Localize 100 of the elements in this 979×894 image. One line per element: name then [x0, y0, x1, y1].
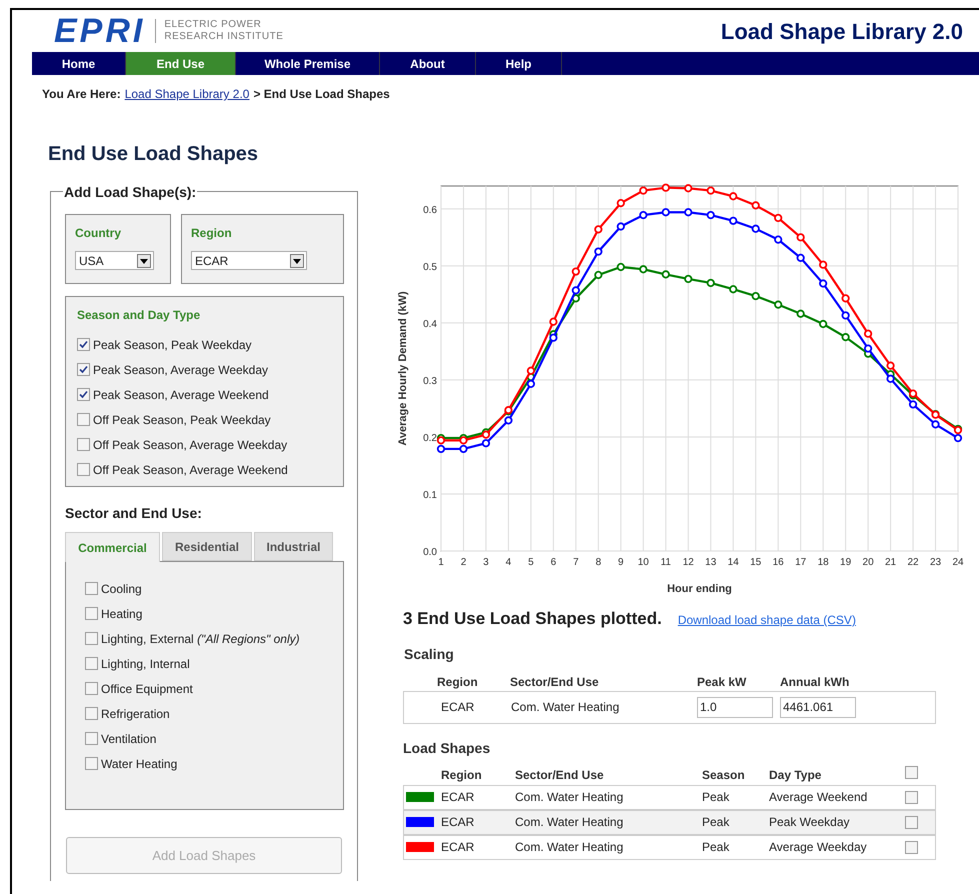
checkbox[interactable] — [77, 413, 90, 426]
download-link[interactable]: Download load shape data (CSV) — [678, 611, 856, 629]
x-tick-label: 23 — [930, 557, 942, 568]
point — [616, 199, 625, 208]
x-tick-label: 24 — [952, 557, 964, 568]
point — [729, 216, 738, 225]
checkbox-label: Heating — [101, 606, 142, 622]
point — [616, 262, 625, 272]
section-title: Scaling — [404, 644, 455, 664]
column-header: Region — [441, 766, 483, 784]
x-tick-label: 21 — [885, 557, 896, 568]
table-cell-text: Com. Water Heating — [515, 839, 624, 856]
x-tick-label: 6 — [550, 557, 556, 568]
point — [662, 208, 670, 216]
point — [594, 225, 602, 234]
point — [752, 224, 760, 233]
checkbox-label: Off Peak Season, Peak Weekday — [93, 412, 271, 428]
checkbox[interactable] — [85, 757, 98, 770]
checkbox[interactable] — [905, 790, 918, 804]
checkbox-label: Peak Season, Average Weekday — [93, 362, 268, 378]
point — [549, 318, 558, 326]
select-all-checkbox[interactable] — [905, 766, 918, 778]
checkbox[interactable] — [85, 682, 98, 695]
point — [864, 344, 872, 353]
checkbox[interactable] — [85, 732, 98, 745]
point — [842, 311, 850, 320]
input-field[interactable]: 4461.061 — [780, 696, 856, 718]
section-title: Load Shapes — [403, 738, 492, 758]
x-tick-label: 14 — [728, 557, 739, 568]
point — [662, 270, 670, 278]
tab[interactable]: Industrial — [254, 532, 333, 561]
point — [931, 420, 940, 428]
check-icon — [79, 365, 88, 374]
y-tick-label: 0.3 — [423, 376, 437, 387]
table-cell-text: Com. Water Heating — [515, 789, 624, 806]
x-tick-label: 2 — [460, 557, 466, 568]
checkbox[interactable] — [85, 632, 98, 645]
y-tick-label: 0.1 — [423, 490, 437, 501]
point — [526, 366, 536, 375]
checkbox[interactable] — [905, 816, 918, 828]
check-icon — [79, 390, 88, 399]
checkbox-label: Lighting, Internal — [101, 656, 190, 672]
checkbox[interactable] — [77, 338, 90, 351]
checkbox[interactable] — [77, 463, 90, 476]
column-header: Region — [437, 674, 479, 690]
table-cell-text: ECAR — [441, 699, 476, 716]
summary-title: 3 End Use Load Shapes plotted. — [403, 608, 662, 630]
dropdown[interactable]: USA — [75, 251, 154, 270]
point — [436, 444, 446, 454]
checkbox-label: Off Peak Season, Average Weekday — [93, 436, 288, 454]
checkbox-label: Ventilation — [101, 730, 156, 748]
x-tick-label: 5 — [528, 557, 534, 568]
point — [639, 265, 648, 274]
checkbox[interactable] — [905, 840, 918, 854]
page-title: End Use Load Shapes — [48, 142, 260, 167]
breadcrumb-current: > End Use Load Shapes — [253, 86, 390, 103]
logo: EPRI — [54, 14, 146, 48]
point — [796, 254, 805, 262]
select-label: Region — [191, 225, 233, 242]
x-tick-label: 4 — [506, 557, 512, 568]
x-tick-label: 9 — [618, 557, 624, 568]
x-tick-label: 7 — [573, 557, 579, 568]
breadcrumb-link[interactable]: Load Shape Library 2.0 — [124, 85, 250, 103]
checkbox-label: Peak Season, Average Weekend — [93, 386, 269, 404]
dropdown[interactable]: ECAR — [191, 251, 307, 270]
checkbox[interactable] — [85, 657, 98, 670]
point — [504, 416, 513, 424]
point — [549, 334, 558, 342]
nav-tab[interactable]: End Use — [126, 52, 236, 75]
checkbox[interactable] — [77, 363, 90, 376]
column-header: Peak kW — [697, 674, 748, 690]
section-title: Sector and End Use: — [65, 504, 203, 523]
point — [594, 247, 602, 256]
checkbox[interactable] — [85, 707, 98, 720]
table-cell-text: Average Weekday — [769, 839, 868, 856]
x-tick-label: 11 — [660, 557, 671, 568]
column-header: Sector/End Use — [515, 766, 605, 784]
point — [706, 186, 715, 195]
input-field[interactable]: 1.0 — [697, 696, 773, 718]
checkbox[interactable] — [77, 388, 90, 401]
checkbox[interactable] — [85, 582, 98, 595]
point — [616, 222, 625, 231]
table-cell-text: ECAR — [441, 789, 476, 806]
site-title: Load Shape Library 2.0 — [720, 18, 963, 46]
checkbox[interactable] — [77, 438, 90, 451]
point — [796, 310, 805, 318]
x-tick-label: 18 — [818, 557, 829, 568]
point — [572, 267, 580, 276]
point — [706, 210, 715, 220]
checkbox[interactable] — [85, 607, 98, 620]
point — [796, 233, 805, 242]
x-tick-label: 17 — [795, 557, 806, 568]
checkbox-label: Lighting, External ("All Regions" only) — [101, 630, 300, 648]
tab[interactable]: Residential — [162, 532, 252, 561]
point — [842, 333, 850, 342]
tab[interactable]: Commercial — [65, 532, 160, 562]
table-cell-text: Peak — [702, 789, 730, 806]
point — [729, 192, 738, 200]
point — [819, 320, 828, 328]
organization-name: ELECTRIC POWER — [164, 19, 262, 31]
